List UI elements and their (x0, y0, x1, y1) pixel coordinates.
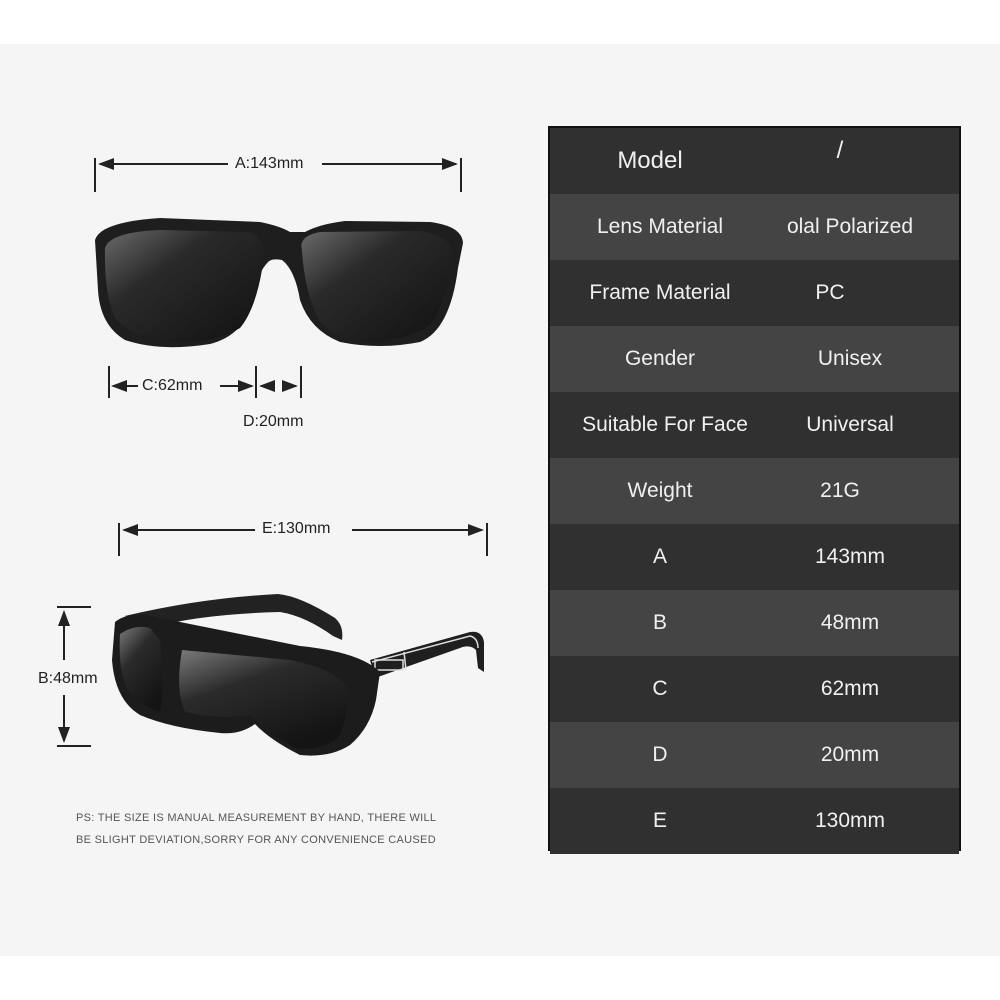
spec-value: 21G (820, 479, 860, 502)
note-line-1: PS: THE SIZE IS MANUAL MEASUREMENT BY HA… (76, 812, 437, 824)
spec-value: Universal (806, 413, 894, 436)
spec-value: 48mm (820, 611, 880, 634)
note-line-2: BE SLIGHT DEVIATION,SORRY FOR ANY CONVEN… (76, 834, 436, 846)
front-view-glasses (95, 218, 463, 348)
spec-row-weight: Weight 21G (550, 458, 959, 524)
side-view-glasses (112, 594, 484, 756)
spec-key: B (652, 611, 667, 634)
spec-key: Gender (624, 347, 696, 370)
spec-value: 130mm (814, 809, 886, 832)
dimension-d-label: D:20mm (243, 413, 304, 430)
spec-row-c: C 62mm (550, 656, 959, 722)
dimension-e-label: E:130mm (262, 520, 331, 537)
spec-value: 143mm (814, 545, 886, 568)
spec-value: Unisex (817, 347, 883, 370)
spec-table: Model / Lens Material olal Polarized Fra… (548, 126, 961, 854)
spec-key: D (652, 743, 668, 766)
spec-key: Model (617, 147, 683, 174)
dimension-a-label: A:143mm (235, 155, 304, 172)
spec-row-frame-material: Frame Material PC (550, 260, 959, 326)
spec-key: Lens Material (596, 215, 724, 238)
spec-key: E (652, 809, 667, 832)
spec-row-a: A 143mm (550, 524, 959, 590)
spec-row-gender: Gender Unisex (550, 326, 959, 392)
spec-key: Suitable For Face (582, 413, 748, 436)
dimension-c-label: C:62mm (142, 377, 203, 394)
spec-key: Weight (627, 479, 693, 502)
spec-row-e: E 130mm (550, 788, 959, 854)
spec-row-suitable-face: Suitable For Face Universal (550, 392, 959, 458)
spec-value: / (836, 137, 844, 164)
spec-row-lens-material: Lens Material olal Polarized (550, 194, 959, 260)
spec-value: PC (815, 281, 845, 304)
spec-key: C (652, 677, 668, 700)
dimension-c-d (108, 366, 302, 398)
dimension-b-label: B:48mm (38, 670, 98, 687)
spec-key: A (652, 545, 667, 568)
spec-value: olal Polarized (786, 215, 914, 238)
measurement-note: PS: THE SIZE IS MANUAL MEASUREMENT BY HA… (76, 807, 496, 851)
spec-value: 62mm (820, 677, 880, 700)
spec-value: 20mm (820, 743, 880, 766)
spec-row-d: D 20mm (550, 722, 959, 788)
spec-row-b: B 48mm (550, 590, 959, 656)
spec-row-model: Model / (550, 128, 959, 194)
